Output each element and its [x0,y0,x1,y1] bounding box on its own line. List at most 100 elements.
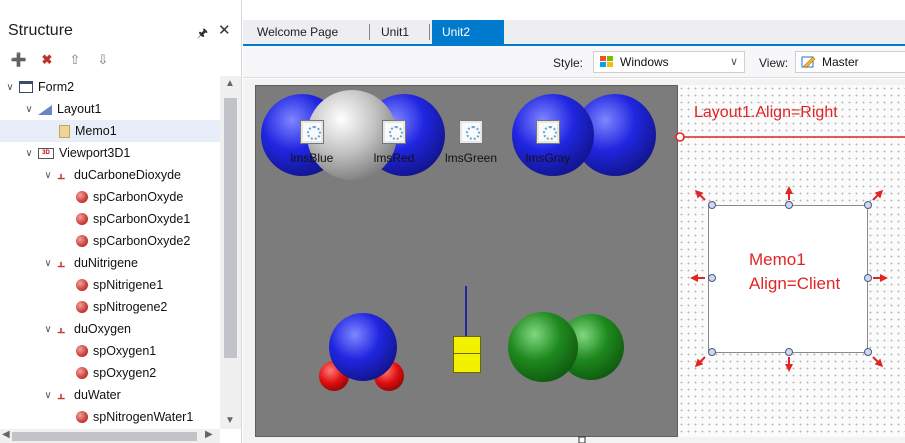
tree-node[interactable]: spCarbonOxyde1 [0,208,220,230]
dummy-icon: ⫠ [57,321,65,336]
tree-horizontal-scrollbar[interactable]: ◀ ▶ [0,429,220,443]
tab-unit2-label: Unit2 [442,25,471,39]
layout-icon [38,103,52,115]
tree-node-label: duOxygen [74,322,131,336]
structure-tree: ∨ Form2 ∨ Layout1 Memo1 ∨ 3D Viewport3D1 ∨ ⫠ duCar… [0,76,220,429]
layout1-panel[interactable]: Layout1.Align=Right Memo1 Align=Client [678,85,905,437]
tree-node-label: duCarboneDioxyde [74,168,182,182]
chevron-down-icon[interactable]: ∨ [42,170,54,181]
tab-unit2[interactable]: Unit2 ✕ [432,20,504,63]
viewport3d-icon: 3D [38,147,54,159]
close-icon[interactable]: ✕ [218,21,231,39]
scrollbar-thumb[interactable] [12,432,197,441]
memo-name-annotation: Memo1 [749,250,806,269]
tree-node-label: Layout1 [57,102,102,116]
chevron-down-icon[interactable]: ∨ [42,324,54,335]
tree-node[interactable]: spCarbonOxyde2 [0,230,220,252]
memo1-control[interactable]: Memo1 Align=Client [708,205,868,353]
sphere-icon [76,279,88,291]
tree-node-label: spOxygen1 [93,344,157,358]
tree-node-label: Viewport3D1 [59,146,131,160]
chevron-down-icon: ∨ [729,56,738,68]
style-select[interactable]: Windows ∨ [593,51,745,73]
editor-tabs: Welcome Page Unit1 Unit2 ✕ [243,20,905,63]
scroll-down-icon[interactable]: ▼ [225,415,235,426]
scroll-up-icon[interactable]: ▲ [225,78,235,89]
tree-node[interactable]: spOxygen1 [0,340,220,362]
tree-node[interactable]: ∨ ⫠ duWater [0,384,220,406]
dummy-axis-line [465,286,467,341]
chevron-down-icon[interactable]: ∨ [42,258,54,269]
tree-node[interactable]: ∨ 3D Viewport3D1 [0,142,220,164]
tree-node-label: spCarbonOxyde2 [93,234,191,248]
view-value: Master [822,55,859,69]
material-icon [459,120,483,144]
material-lmsgray[interactable]: lmsGray [514,120,582,165]
windows-logo-icon [600,56,613,67]
material-label: lmsBlue [290,151,334,165]
chevron-down-icon[interactable]: ∨ [4,82,16,93]
chevron-down-icon[interactable]: ∨ [42,390,54,401]
scroll-left-icon[interactable]: ◀ [2,429,10,440]
water-sphere[interactable] [329,313,397,381]
ide-window: Structure 🖈 ✕ ➕ ✖ ⇧ ⇩ ∨ Form2 ∨ Layout1 Memo… [0,0,905,443]
tree-node-label: spCarbonOxyde [93,190,184,204]
chevron-down-icon[interactable]: ∨ [23,104,35,115]
material-lmsblue[interactable]: lmsBlue [278,120,346,165]
tree-node[interactable]: spNitrigene1 [0,274,220,296]
material-lmsgreen[interactable]: lmsGreen [437,120,505,165]
add-item-icon[interactable]: ➕ [10,52,28,68]
sphere-icon [76,301,88,313]
tree-node[interactable]: ∨ ⫠ duNitrigene [0,252,220,274]
dummy-icon: ⫠ [57,255,65,270]
material-icon [382,120,406,144]
tab-unit1[interactable]: Unit1 [371,20,419,44]
tree-node-label: spNitrogenWater1 [93,410,194,424]
green-sphere-1[interactable] [508,312,578,382]
view-select[interactable]: Master [795,51,905,73]
tree-node[interactable]: ∨ ⫠ duOxygen [0,318,220,340]
sphere-icon [76,345,88,357]
material-label: lmsGray [525,151,571,165]
tree-node-label: Memo1 [75,124,117,138]
dummy-gizmo[interactable] [453,336,481,373]
tree-node[interactable]: Memo1 [0,120,220,142]
tree-node[interactable]: spCarbonOxyde [0,186,220,208]
chevron-down-icon[interactable]: ∨ [23,148,35,159]
tree-node[interactable]: spNitrogenWater1 [0,406,220,428]
dummy-icon: ⫠ [57,167,65,182]
tree-node[interactable]: ∨ ⫠ duCarboneDioxyde [0,164,220,186]
tree-node[interactable]: spOxygen2 [0,362,220,384]
material-lmsred[interactable]: lmsRed [360,120,428,165]
structure-toolbar: ➕ ✖ ⇧ ⇩ [10,50,112,70]
structure-panel: Structure 🖈 ✕ ➕ ✖ ⇧ ⇩ ∨ Form2 ∨ Layout1 Memo… [0,0,242,443]
sphere-icon [76,213,88,225]
master-view-icon [801,56,816,69]
sphere-icon [76,411,88,423]
tab-welcome-page[interactable]: Welcome Page [247,20,348,44]
style-value: Windows [620,55,669,69]
viewport3d-canvas[interactable]: lmsBlue lmsRed lmsGreen lmsGray [255,85,678,437]
tree-node-label: spNitrigene1 [93,278,164,292]
tree-node[interactable]: ∨ Layout1 [0,98,220,120]
dummy-icon: ⫠ [57,387,65,402]
delete-item-icon[interactable]: ✖ [38,52,56,68]
memo-icon [59,124,70,138]
tree-node-label: duWater [74,388,121,402]
tree-node-label: spNitrogene2 [93,300,168,314]
tree-node[interactable]: ∨ Form2 [0,76,220,98]
material-label: lmsRed [373,151,415,165]
pin-icon[interactable]: 🖈 [197,24,208,45]
sphere-icon [76,191,88,203]
move-up-icon[interactable]: ⇧ [66,52,84,68]
layout-align-annotation: Layout1.Align=Right [694,104,838,121]
view-label: View: [759,56,789,70]
tree-vertical-scrollbar[interactable]: ▲ ▼ [220,76,241,429]
form-icon [19,81,33,93]
move-down-icon[interactable]: ⇩ [94,52,112,68]
scroll-right-icon[interactable]: ▶ [205,429,213,440]
form-designer: lmsBlue lmsRed lmsGreen lmsGray Layout1.… [243,79,905,443]
tree-node[interactable]: spNitrogene2 [0,296,220,318]
scrollbar-thumb[interactable] [224,98,237,358]
material-icon [300,120,324,144]
